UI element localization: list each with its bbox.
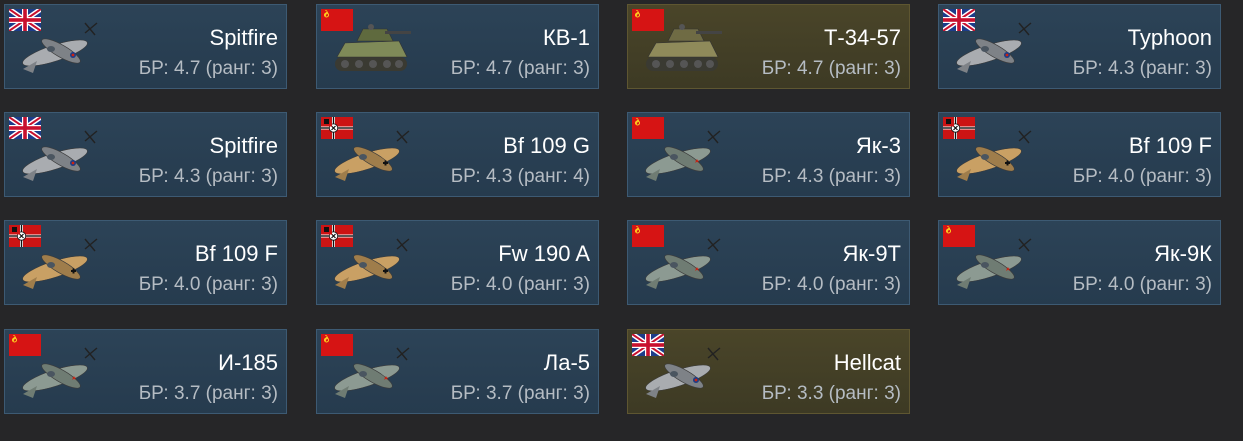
uk-flag-icon <box>943 9 975 31</box>
vehicle-card[interactable]: Bf 109 G БР: 4.3 (ранг: 4) <box>316 112 599 197</box>
vehicle-card[interactable]: Ла-5 БР: 3.7 (ранг: 3) <box>316 329 599 414</box>
ussr-flag-icon <box>632 9 664 31</box>
battle-rating-label: БР: 3.7 (ранг: 3) <box>450 383 590 404</box>
vehicle-card[interactable]: Як-3 БР: 4.3 (ранг: 3) <box>627 112 910 197</box>
ussr-flag-icon <box>632 225 664 247</box>
vehicle-card[interactable]: Fw 190 A БР: 4.0 (ранг: 3) <box>316 220 599 305</box>
battle-rating-label: БР: 4.0 (ранг: 3) <box>1072 274 1212 295</box>
vehicle-name: Spitfire <box>209 25 278 50</box>
battle-rating-label: БР: 4.3 (ранг: 3) <box>761 166 901 187</box>
ussr-flag-icon <box>9 334 41 356</box>
vehicle-name: Ла-5 <box>543 350 590 375</box>
vehicle-card[interactable]: Як-9Т БР: 4.0 (ранг: 3) <box>627 220 910 305</box>
vehicle-name: Як-9К <box>1154 241 1212 266</box>
vehicle-name: Hellcat <box>833 350 901 375</box>
vehicle-name: Bf 109 G <box>503 133 590 158</box>
vehicle-card[interactable]: Bf 109 F БР: 4.0 (ранг: 3) <box>938 112 1221 197</box>
germany-flag-icon <box>943 117 975 139</box>
vehicle-card[interactable]: Spitfire БР: 4.7 (ранг: 3) <box>4 4 287 89</box>
vehicle-card[interactable]: Bf 109 F БР: 4.0 (ранг: 3) <box>4 220 287 305</box>
battle-rating-label: БР: 4.3 (ранг: 4) <box>450 166 590 187</box>
vehicle-name: Spitfire <box>209 133 278 158</box>
battle-rating-label: БР: 4.0 (ранг: 3) <box>138 274 278 295</box>
vehicle-name: Bf 109 F <box>194 241 278 266</box>
vehicle-card[interactable]: КВ-1 БР: 4.7 (ранг: 3) <box>316 4 599 89</box>
vehicle-name: Bf 109 F <box>1128 133 1212 158</box>
germany-flag-icon <box>9 225 41 247</box>
battle-rating-label: БР: 4.7 (ранг: 3) <box>138 58 278 79</box>
germany-flag-icon <box>321 117 353 139</box>
vehicle-grid: Spitfire БР: 4.7 (ранг: 3) КВ-1 БР: 4.7 (ра… <box>0 0 1243 441</box>
battle-rating-label: БР: 4.0 (ранг: 3) <box>450 274 590 295</box>
vehicle-name: КВ-1 <box>542 25 590 50</box>
vehicle-card[interactable]: Hellcat БР: 3.3 (ранг: 3) <box>627 329 910 414</box>
vehicle-card[interactable]: Typhoon БР: 4.3 (ранг: 3) <box>938 4 1221 89</box>
ussr-flag-icon <box>321 9 353 31</box>
battle-rating-label: БР: 4.3 (ранг: 3) <box>138 166 278 187</box>
ussr-flag-icon <box>632 117 664 139</box>
vehicle-card[interactable]: Як-9К БР: 4.0 (ранг: 3) <box>938 220 1221 305</box>
germany-flag-icon <box>321 225 353 247</box>
vehicle-name: Як-3 <box>855 133 901 158</box>
uk-flag-icon <box>9 117 41 139</box>
battle-rating-label: БР: 4.7 (ранг: 3) <box>761 58 901 79</box>
vehicle-card[interactable]: И-185 БР: 3.7 (ранг: 3) <box>4 329 287 414</box>
battle-rating-label: БР: 4.3 (ранг: 3) <box>1072 58 1212 79</box>
ussr-flag-icon <box>321 334 353 356</box>
battle-rating-label: БР: 4.0 (ранг: 3) <box>1072 166 1212 187</box>
vehicle-name: Typhoon <box>1127 25 1212 50</box>
battle-rating-label: БР: 3.7 (ранг: 3) <box>138 383 278 404</box>
battle-rating-label: БР: 4.7 (ранг: 3) <box>450 58 590 79</box>
vehicle-name: Як-9Т <box>842 241 901 266</box>
battle-rating-label: БР: 3.3 (ранг: 3) <box>761 383 901 404</box>
vehicle-name: Fw 190 A <box>498 241 590 266</box>
vehicle-card[interactable]: Spitfire БР: 4.3 (ранг: 3) <box>4 112 287 197</box>
uk-flag-icon <box>632 334 664 356</box>
ussr-flag-icon <box>943 225 975 247</box>
vehicle-name: Т-34-57 <box>823 25 901 50</box>
vehicle-name: И-185 <box>218 350 278 375</box>
battle-rating-label: БР: 4.0 (ранг: 3) <box>761 274 901 295</box>
uk-flag-icon <box>9 9 41 31</box>
vehicle-card[interactable]: Т-34-57 БР: 4.7 (ранг: 3) <box>627 4 910 89</box>
